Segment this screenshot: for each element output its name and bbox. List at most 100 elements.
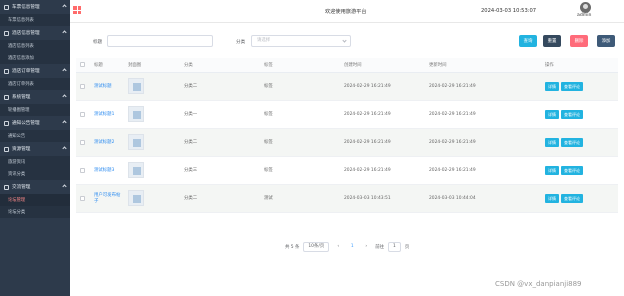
- row-tag: 标签: [260, 72, 340, 101]
- row-updated: 2024-02-29 16:21:49: [425, 128, 541, 157]
- row-title[interactable]: 测试标题2: [90, 128, 124, 157]
- chevron-up-icon: [62, 120, 67, 125]
- detail-button[interactable]: 详情: [545, 165, 559, 175]
- table-row: 测试标题1 分类一 标签 2024-02-29 16:21:49 2024-02…: [76, 100, 618, 129]
- main-panel: 标题 分类 请选择 查询 重置 删除 添加 标题 封面图 分类 标签 创建时间 …: [70, 23, 624, 296]
- sidebar-item-ticket-list[interactable]: 车票信息列表: [0, 14, 70, 26]
- sidebar-group-resource[interactable]: 资源管理: [0, 142, 70, 156]
- sidebar-item-news-category[interactable]: 资讯分类: [0, 168, 70, 180]
- welcome-text: 欢迎使用旅游平台: [325, 9, 367, 15]
- row-created: 2024-03-03 10:43:51: [340, 184, 425, 213]
- cover-image[interactable]: [128, 190, 144, 206]
- title-filter-label: 标题: [93, 40, 103, 45]
- reset-button[interactable]: 重置: [543, 35, 561, 47]
- detail-button[interactable]: 详情: [545, 137, 559, 147]
- avatar[interactable]: [580, 2, 591, 13]
- topbar: 欢迎使用旅游平台 2024-03-03 10:53:07 admin: [70, 0, 624, 23]
- sidebar-group-label: 资源管理: [12, 147, 31, 152]
- row-title[interactable]: 测试标题3: [90, 156, 124, 185]
- category-select[interactable]: 请选择: [251, 35, 351, 47]
- page-suffix: 页: [404, 245, 410, 250]
- row-tag: 测试: [260, 184, 340, 213]
- cover-image[interactable]: [128, 78, 144, 94]
- select-all-checkbox[interactable]: [80, 62, 85, 68]
- menu-icon: [4, 4, 9, 10]
- sidebar-group-label: 通知公告管理: [12, 121, 40, 126]
- row-updated: 2024-03-03 10:44:04: [425, 184, 541, 213]
- view-comments-button[interactable]: 查看评论: [561, 109, 583, 119]
- view-comments-button[interactable]: 查看评论: [561, 137, 583, 147]
- row-checkbox[interactable]: [80, 167, 85, 173]
- next-page-icon[interactable]: ›: [361, 242, 371, 252]
- goto-input[interactable]: 1: [388, 242, 401, 252]
- select-all-cell[interactable]: [76, 58, 90, 73]
- row-created: 2024-02-29 16:21:49: [340, 100, 425, 129]
- menu-icon: [4, 30, 9, 36]
- row-title[interactable]: 用户可发布帖子: [90, 184, 124, 213]
- sidebar-item-hotel-order-list[interactable]: 酒店订单列表: [0, 78, 70, 90]
- sidebar-group-system[interactable]: 系统管理: [0, 90, 70, 104]
- row-updated: 2024-02-29 16:21:49: [425, 156, 541, 185]
- chat-icon: [4, 184, 9, 190]
- sidebar-group-label: 酒店信息管理: [12, 31, 40, 36]
- cover-image[interactable]: [128, 162, 144, 178]
- sidebar: 车票信息管理 车票信息列表 酒店信息管理 酒店信息列表 酒店信息添加 酒店订单管…: [0, 0, 70, 296]
- goto-label: 前往: [375, 245, 385, 250]
- prev-page-icon[interactable]: ‹: [333, 242, 343, 252]
- page-size-select[interactable]: 10条/页: [303, 242, 330, 252]
- sidebar-item-carousel[interactable]: 轮播图管理: [0, 104, 70, 116]
- row-category: 分类一: [180, 100, 260, 129]
- chevron-up-icon: [62, 94, 67, 99]
- row-checkbox[interactable]: [80, 83, 85, 89]
- header-category: 分类: [180, 58, 260, 73]
- view-comments-button[interactable]: 查看评论: [561, 81, 583, 91]
- header-actions: 操作: [541, 58, 618, 73]
- sidebar-item-notice[interactable]: 通知公告: [0, 130, 70, 142]
- chevron-up-icon: [62, 30, 67, 35]
- query-button[interactable]: 查询: [519, 35, 537, 47]
- user-menu[interactable]: admin: [577, 13, 591, 18]
- sidebar-group-hotel-order[interactable]: 酒店订单管理: [0, 64, 70, 78]
- header-title[interactable]: 标题: [90, 58, 124, 73]
- sidebar-item-forum-manage[interactable]: 论坛管理: [0, 194, 70, 206]
- view-comments-button[interactable]: 查看评论: [561, 193, 583, 203]
- sidebar-item-hotel-list[interactable]: 酒店信息列表: [0, 40, 70, 52]
- cover-image[interactable]: [128, 134, 144, 150]
- chevron-down-icon: [342, 38, 347, 43]
- pagination: 共 5 条 10条/页 ‹ 1 › 前往 1 页: [285, 242, 409, 252]
- detail-button[interactable]: 详情: [545, 81, 559, 91]
- add-button[interactable]: 添加: [597, 35, 615, 47]
- header-tag: 标签: [260, 58, 340, 73]
- page-number[interactable]: 1: [347, 242, 357, 252]
- sidebar-group-hotel[interactable]: 酒店信息管理: [0, 26, 70, 40]
- sidebar-item-forum-category[interactable]: 论坛分类: [0, 206, 70, 218]
- row-checkbox[interactable]: [80, 195, 85, 201]
- row-created: 2024-02-29 16:21:49: [340, 72, 425, 101]
- cover-image[interactable]: [128, 106, 144, 122]
- title-filter-input[interactable]: [107, 35, 213, 47]
- sidebar-group-ticket[interactable]: 车票信息管理: [0, 0, 70, 14]
- detail-button[interactable]: 详情: [545, 109, 559, 119]
- row-tag: 标签: [260, 128, 340, 157]
- sidebar-group-forum[interactable]: 交流管理: [0, 180, 70, 194]
- sidebar-group-notice[interactable]: 通知公告管理: [0, 116, 70, 130]
- settings-icon: [4, 94, 9, 100]
- row-title[interactable]: 测试标题1: [90, 100, 124, 129]
- row-checkbox[interactable]: [80, 111, 85, 117]
- detail-button[interactable]: 详情: [545, 193, 559, 203]
- header-created[interactable]: 创建时间: [340, 58, 425, 73]
- sidebar-item-hotel-add[interactable]: 酒店信息添加: [0, 52, 70, 64]
- row-title[interactable]: 测试标题: [90, 72, 124, 101]
- header-updated[interactable]: 更新时间: [425, 58, 541, 73]
- row-checkbox[interactable]: [80, 139, 85, 145]
- delete-button[interactable]: 删除: [570, 35, 588, 47]
- sidebar-item-travel-news[interactable]: 旅游资讯: [0, 156, 70, 168]
- row-category: 分类二: [180, 72, 260, 101]
- row-category: 分类二: [180, 128, 260, 157]
- forum-table: 标题 封面图 分类 标签 创建时间 更新时间 操作 测试标题 分类二 标签 20…: [76, 58, 618, 213]
- sidebar-group-label: 交流管理: [12, 185, 31, 190]
- watermark: CSDN @vx_danpianji889: [495, 280, 582, 288]
- app-grid-icon[interactable]: [73, 6, 81, 14]
- view-comments-button[interactable]: 查看评论: [561, 165, 583, 175]
- row-created: 2024-02-29 16:21:49: [340, 156, 425, 185]
